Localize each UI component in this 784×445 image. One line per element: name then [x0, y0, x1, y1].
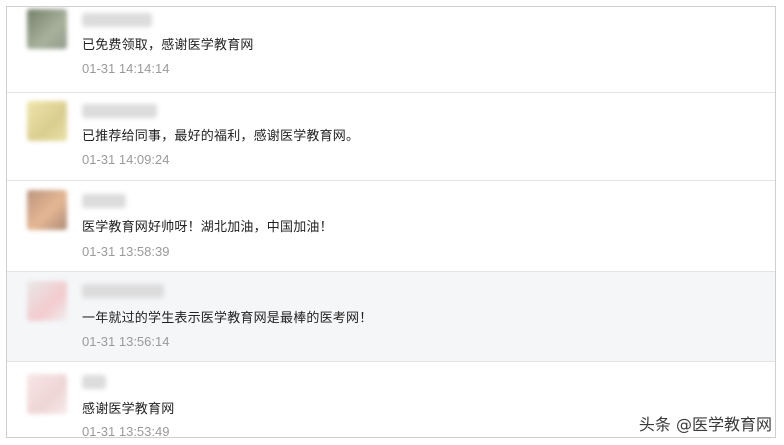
- comment-time: 01-31 14:09:24: [82, 152, 170, 167]
- comment-time: 01-31 13:53:49: [82, 424, 170, 438]
- comment-time: 01-31 13:58:39: [82, 244, 170, 259]
- comment-text: 已免费领取，感谢医学教育网: [82, 38, 254, 53]
- comment-item: 已免费领取，感谢医学教育网 01-31 14:14:14: [7, 7, 775, 93]
- watermark: 头条 @医学教育网: [638, 415, 772, 434]
- comment-item: 已推荐给同事，最好的福利，感谢医学教育网。 01-31 14:09:24: [7, 93, 775, 181]
- comment-text: 医学教育网好帅呀！湖北加油，中国加油！: [82, 220, 333, 235]
- user-name[interactable]: [82, 104, 157, 118]
- user-name[interactable]: [82, 13, 152, 27]
- comment-text: 已推荐给同事，最好的福利，感谢医学教育网。: [82, 129, 360, 144]
- comment-list: 已免费领取，感谢医学教育网 01-31 14:14:14 已推荐给同事，最好的福…: [6, 6, 776, 438]
- user-name[interactable]: [82, 194, 126, 208]
- comment-text: 一年就过的学生表示医学教育网是最棒的医考网！: [82, 311, 373, 326]
- user-avatar[interactable]: [27, 374, 67, 414]
- user-avatar[interactable]: [27, 190, 67, 230]
- comment-text: 感谢医学教育网: [82, 402, 175, 417]
- user-name[interactable]: [82, 284, 164, 298]
- comment-item: 一年就过的学生表示医学教育网是最棒的医考网！ 01-31 13:56:14: [7, 272, 775, 362]
- user-avatar[interactable]: [27, 281, 67, 321]
- comment-item: 医学教育网好帅呀！湖北加油，中国加油！ 01-31 13:58:39: [7, 181, 775, 272]
- comment-time: 01-31 14:14:14: [82, 61, 170, 76]
- user-avatar[interactable]: [27, 9, 67, 49]
- user-name[interactable]: [82, 375, 106, 389]
- comment-time: 01-31 13:56:14: [82, 334, 170, 349]
- user-avatar[interactable]: [27, 101, 67, 141]
